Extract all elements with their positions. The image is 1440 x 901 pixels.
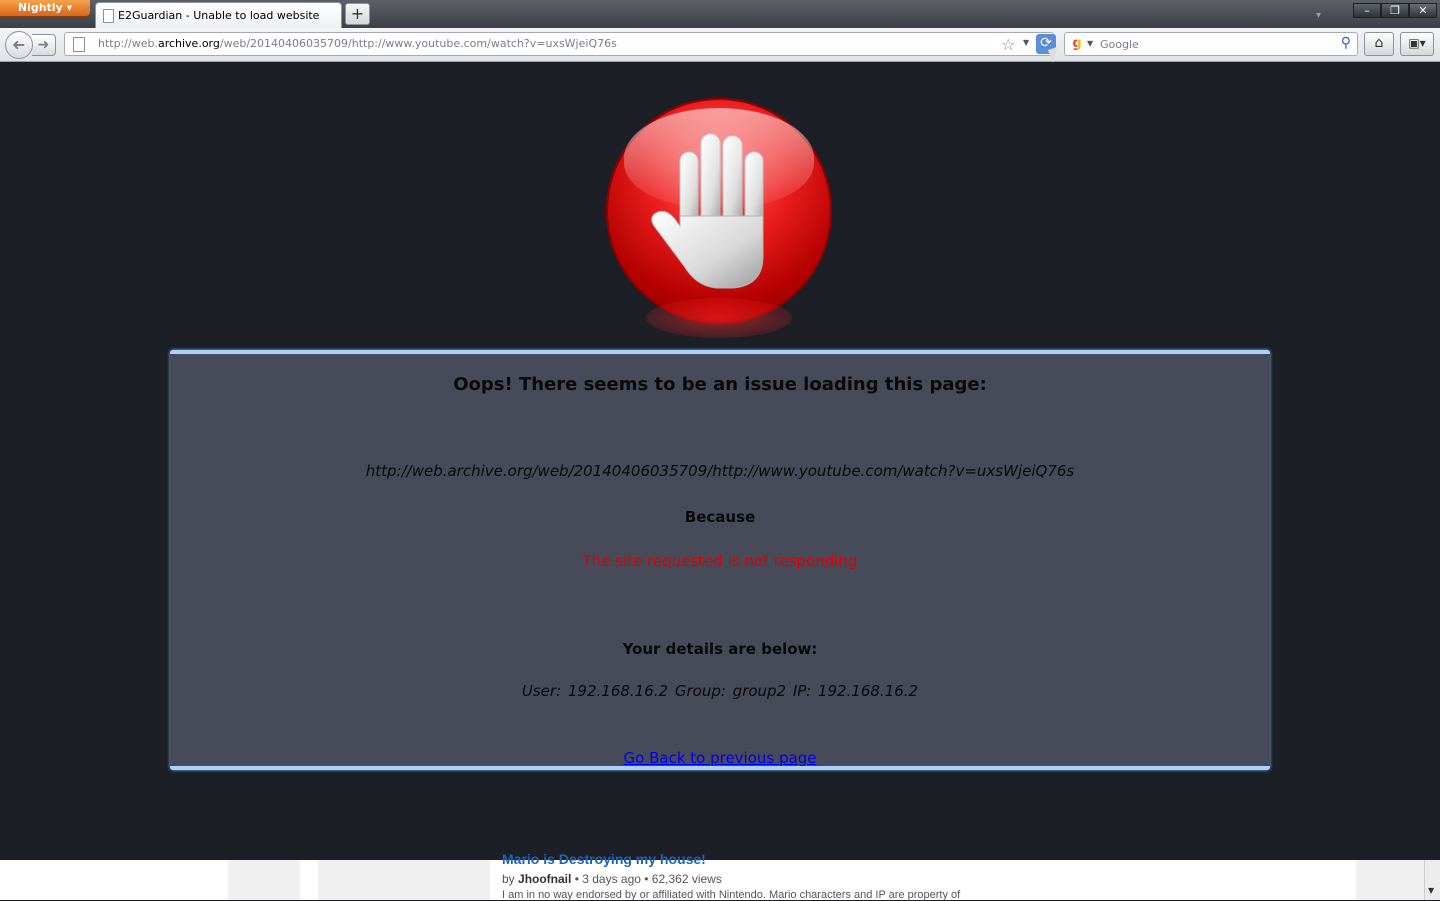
home-button[interactable]: ⌂ [1364,32,1394,56]
error-heading: Oops! There seems to be an issue loading… [453,374,987,395]
back-button[interactable]: ➜ [5,31,33,59]
user-details: User: 192.168.16.2 Group: group2 IP: 192… [521,682,919,700]
page-column [1356,860,1424,900]
blocked-url: http://web.archive.org/web/2014040603570… [365,462,1075,480]
go-back-link[interactable]: Go Back to previous page [170,749,1270,767]
underlying-page: Mario is Destroying my house! by Jhoofna… [0,851,1440,901]
restore-button[interactable]: ❐ [1381,3,1409,18]
url-text[interactable]: http://web.archive.org/web/2014040603570… [98,37,617,50]
google-engine-icon[interactable]: g [1069,36,1085,52]
app-menu-button[interactable]: Nightly ▼ [0,0,90,16]
video-meta: by Jhoofnail • 3 days ago • 62,362 views [502,872,722,886]
meta-by: by [502,872,519,886]
search-input[interactable]: Google [1100,38,1139,51]
chevron-down-icon[interactable]: ▼ [1023,38,1029,47]
gloss-decoration [624,108,814,208]
error-panel: Oops! There seems to be an issue loading… [170,350,1270,770]
close-button[interactable]: ✕ [1409,3,1437,18]
scroll-down-icon[interactable]: ▼ [1428,886,1434,895]
back-forward-group: ➜ ➜ [5,31,57,59]
author-link[interactable]: Jhoofnail [518,872,571,886]
chevron-down-icon[interactable]: ▼ [1087,39,1093,48]
url-host: archive.org [157,37,220,50]
puzzle-icon: ▣▾ [1408,36,1426,50]
navigation-toolbar: ➜ ➜ http://web.archive.org/web/201404060… [0,28,1440,62]
scrollbar[interactable]: ▼ [1424,860,1440,900]
video-description: I am in no way endorsed by or affiliated… [502,889,961,901]
new-tab-button[interactable]: + [345,3,370,25]
tab-active[interactable]: E2Guardian - Unable to load website [95,2,342,28]
tab-list-icon[interactable]: ▾ [1316,10,1321,21]
block-page: Oops! There seems to be an issue loading… [0,62,1440,860]
glow-decoration [646,298,792,338]
search-bar[interactable]: g ▼ Google ⚲ [1064,32,1358,56]
page-icon [103,9,114,23]
bookmark-star-icon[interactable]: ☆ [1001,35,1015,54]
stop-hand-icon [606,98,832,338]
video-title-link[interactable]: Mario is Destroying my house! [502,851,706,867]
page-column [228,860,300,900]
because-label: Because [684,508,756,526]
search-icon[interactable]: ⚲ [1341,35,1351,51]
tab-title: E2Guardian - Unable to load website [118,9,320,22]
addon-button[interactable]: ▣▾ [1400,32,1434,56]
home-icon: ⌂ [1374,35,1384,51]
meta-stats: • 3 days ago • 62,362 views [571,872,722,886]
url-prefix: http://web. [98,37,158,50]
arrow-right-icon: ➜ [37,37,50,53]
window-controls: – ❐ ✕ [1353,3,1437,18]
block-reason: The site requested is not responding [582,552,858,570]
url-bar[interactable]: http://web.archive.org/web/2014040603570… [64,32,1054,56]
app-menu-label: Nightly [17,1,63,14]
minimize-button[interactable]: – [1353,3,1381,18]
forward-button[interactable]: ➜ [32,34,56,56]
page-icon [73,37,85,52]
details-heading: Your details are below: [622,640,818,658]
title-bar: Nightly ▼ E2Guardian - Unable to load web… [0,0,1440,28]
video-thumbnail[interactable] [318,860,490,900]
arrow-left-icon: ➜ [12,35,26,54]
chevron-down-icon: ▼ [66,4,73,12]
url-path: /web/20140406035709/http://www.youtube.c… [219,37,617,50]
